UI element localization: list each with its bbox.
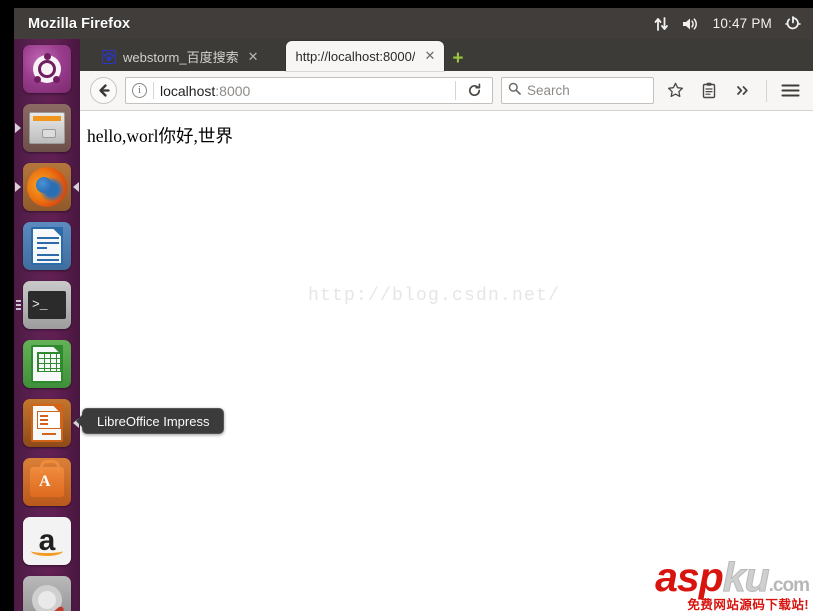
launcher-item-libreoffice-calc[interactable] <box>14 334 80 393</box>
amazon-icon: a <box>23 516 71 565</box>
unity-launcher: >_ A a <box>14 39 80 611</box>
running-indicator-left <box>15 181 21 192</box>
focused-indicator-right <box>73 181 79 192</box>
hamburger-menu-icon[interactable] <box>777 83 803 98</box>
url-host: localhost <box>160 82 216 99</box>
volume-indicator-icon[interactable] <box>682 16 700 32</box>
search-input[interactable]: Search <box>527 83 570 98</box>
launcher-item-files[interactable] <box>14 98 80 157</box>
ubuntu-logo-icon <box>23 44 71 93</box>
stacked-windows-indicator <box>16 298 21 312</box>
watermark-logo-com: .com <box>768 574 810 596</box>
launcher-item-amazon[interactable]: a <box>14 511 80 570</box>
page-body-text: hello,worl你好,世界 <box>87 126 233 146</box>
baidu-paw-icon <box>102 49 116 64</box>
reload-icon[interactable] <box>462 83 486 98</box>
tab-close-icon[interactable]: ✕ <box>422 48 437 64</box>
tab-title: webstorm_百度搜索 <box>123 50 239 65</box>
launcher-item-ubuntu-dash[interactable] <box>14 39 80 98</box>
tab-bar: webstorm_百度搜索 ✕ http://localhost:8000/ ✕… <box>80 39 813 71</box>
url-path: :8000 <box>215 82 251 99</box>
watermark-logo: aspku.com 免费网站源码下载站! <box>655 553 810 611</box>
launcher-item-system-settings[interactable] <box>14 570 80 611</box>
tab-title: http://localhost:8000/ <box>295 48 416 64</box>
search-bar[interactable]: Search <box>501 77 654 104</box>
double-chevron-icon[interactable] <box>730 84 756 97</box>
tab-localhost-8000[interactable]: http://localhost:8000/ ✕ <box>285 41 445 71</box>
launcher-tooltip: LibreOffice Impress <box>82 408 225 434</box>
launcher-item-libreoffice-impress[interactable] <box>14 393 80 452</box>
star-icon[interactable] <box>662 82 688 99</box>
url-separator <box>153 82 154 99</box>
terminal-icon: >_ <box>23 280 71 329</box>
launcher-item-terminal[interactable]: >_ <box>14 275 80 334</box>
desktop-screen: Mozilla Firefox 10:47 PM >_ A a LibreOff… <box>0 0 813 611</box>
watermark-logo-ku: ku <box>722 553 770 600</box>
new-tab-button[interactable]: + <box>452 49 463 68</box>
software-bag-icon: A <box>23 457 71 506</box>
writer-document-icon <box>23 221 71 270</box>
url-text: localhost:8000 <box>160 83 250 99</box>
network-indicator-icon[interactable] <box>654 16 669 32</box>
watermark-url-text: http://blog.csdn.net/ <box>308 286 561 306</box>
tooltip-label: LibreOffice Impress <box>97 413 210 429</box>
back-arrow-icon[interactable] <box>90 77 117 104</box>
panel-clock[interactable]: 10:47 PM <box>713 16 772 31</box>
magnifier-icon <box>508 82 521 100</box>
unity-top-panel: Mozilla Firefox 10:47 PM <box>14 8 813 39</box>
launcher-item-firefox[interactable] <box>14 157 80 216</box>
navigation-toolbar: i localhost:8000 Search <box>80 71 813 111</box>
panel-indicators: 10:47 PM <box>654 15 805 32</box>
firefox-icon <box>23 162 71 211</box>
gear-wrench-icon <box>23 575 71 611</box>
running-indicator-left <box>15 122 21 133</box>
page-content: hello,worl你好,世界 http://blog.csdn.net/ as… <box>80 111 813 611</box>
watermark-logo-asp: asp <box>655 553 724 600</box>
watermark-logo-main: aspku.com <box>655 553 810 600</box>
file-manager-icon <box>23 103 71 152</box>
launcher-item-libreoffice-writer[interactable] <box>14 216 80 275</box>
system-menu-icon[interactable] <box>785 15 801 32</box>
tab-webstorm-baidu[interactable]: webstorm_百度搜索 ✕ <box>92 42 268 71</box>
calc-spreadsheet-icon <box>23 339 71 388</box>
watermark-logo-subtitle: 免费网站源码下载站! <box>687 597 809 611</box>
panel-app-title: Mozilla Firefox <box>28 15 131 32</box>
firefox-window: webstorm_百度搜索 ✕ http://localhost:8000/ ✕… <box>80 39 813 611</box>
impress-presentation-icon <box>23 398 71 447</box>
url-bar[interactable]: i localhost:8000 <box>125 77 493 104</box>
tab-close-icon[interactable]: ✕ <box>246 49 261 65</box>
info-circle-icon[interactable]: i <box>132 83 147 98</box>
toolbar-separator <box>766 79 767 102</box>
url-reload-separator <box>455 81 456 100</box>
clipboard-icon[interactable] <box>696 82 722 99</box>
launcher-item-ubuntu-software[interactable]: A <box>14 452 80 511</box>
